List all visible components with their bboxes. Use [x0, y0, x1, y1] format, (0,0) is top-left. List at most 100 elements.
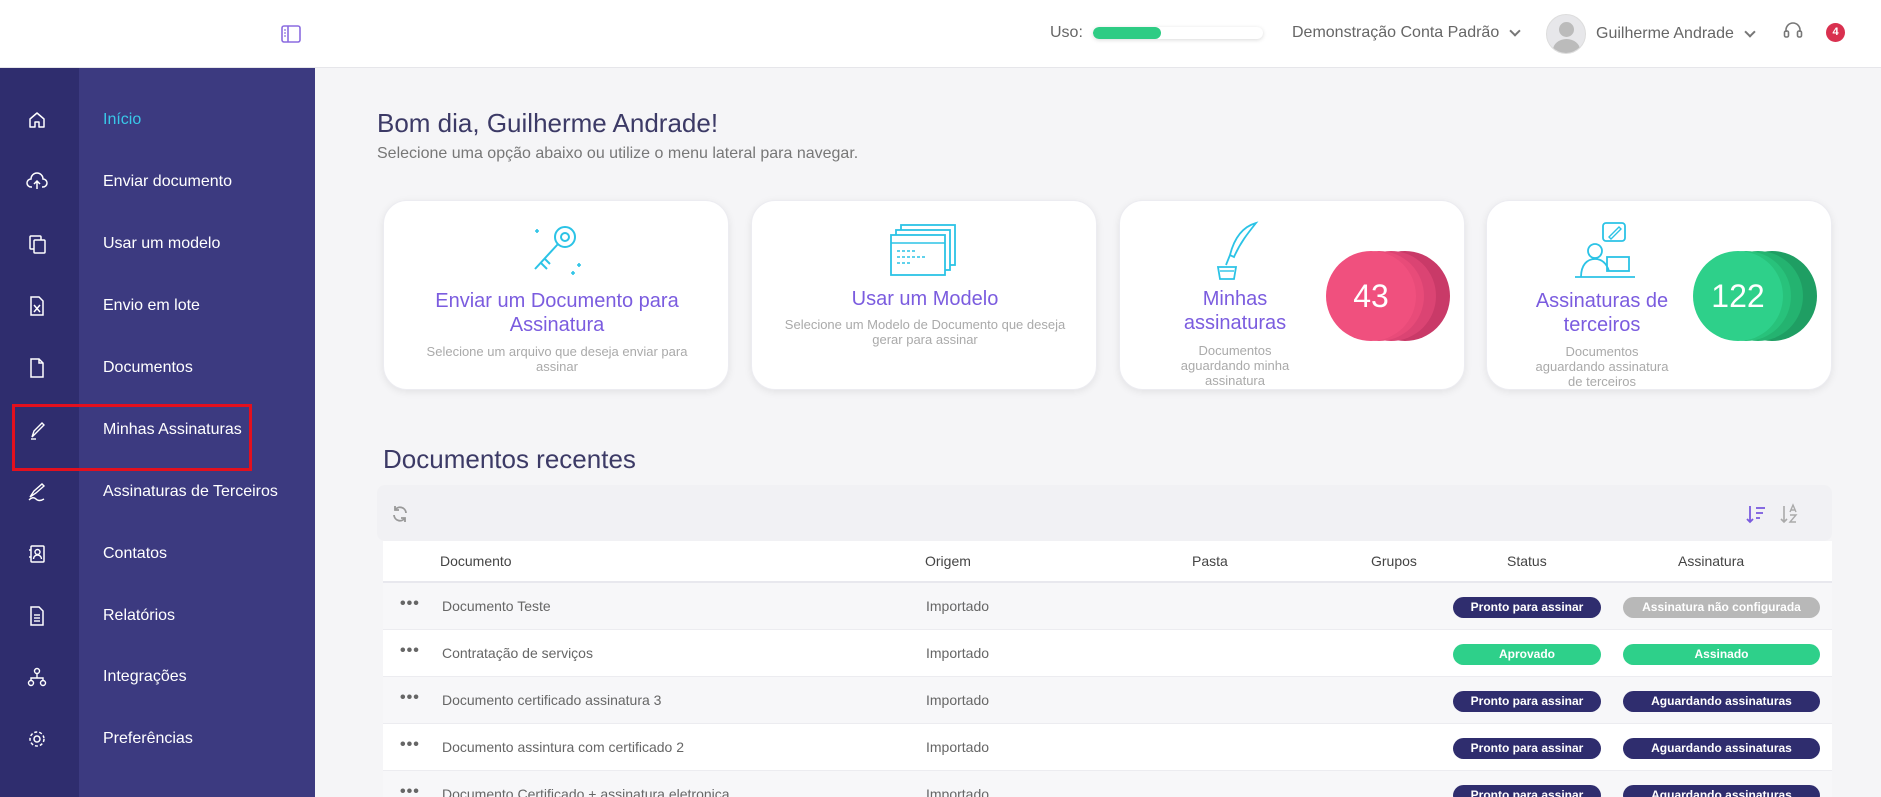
sidebar-item-label: Relatórios: [103, 607, 176, 624]
usage-label: Uso:: [1050, 24, 1083, 41]
column-header-pasta[interactable]: Pasta: [1192, 553, 1228, 569]
table-row[interactable]: ••• Documento Certificado + assinatura e…: [383, 771, 1832, 797]
table-row[interactable]: ••• Documento Teste Importado Pronto par…: [383, 583, 1832, 630]
signature-icon: [28, 483, 46, 502]
more-options-icon[interactable]: •••: [400, 642, 420, 660]
contacts-icon: [29, 545, 45, 563]
table-row[interactable]: ••• Documento certificado assinatura 3 I…: [383, 677, 1832, 724]
card-third-party-signatures[interactable]: Assinaturas de terceiros Documentos agua…: [1486, 200, 1832, 390]
greeting-subtitle: Selecione uma opção abaixo ou utilize o …: [377, 145, 859, 162]
sidebar-item-label: Envio em lote: [103, 297, 200, 314]
cell-documento[interactable]: Documento Certificado + assinatura eletr…: [442, 786, 730, 797]
sort-alpha-icon[interactable]: [1779, 503, 1801, 525]
refresh-icon[interactable]: [391, 505, 409, 523]
signature-badge: Aguardando assinaturas: [1623, 738, 1820, 759]
gear-icon: [29, 731, 45, 747]
cell-origem: Importado: [926, 598, 990, 614]
card-description: Documentos aguardando minha assinatura: [1180, 343, 1290, 388]
signature-badge: Assinatura não configurada: [1623, 597, 1820, 618]
signature-badge: Assinado: [1623, 644, 1820, 665]
column-header-assinatura[interactable]: Assinatura: [1678, 553, 1744, 569]
headset-icon[interactable]: [1782, 20, 1804, 42]
more-options-icon[interactable]: •••: [400, 783, 420, 797]
sort-date-icon[interactable]: [1745, 503, 1767, 525]
status-badge: Pronto para assinar: [1453, 738, 1601, 759]
sidebar-toggle-icon[interactable]: [280, 24, 302, 44]
sidebar-item-relatorios[interactable]: Relatórios: [0, 590, 315, 642]
table-row[interactable]: ••• Contratação de serviços Importado Ap…: [383, 630, 1832, 677]
chevron-down-icon: [1509, 24, 1521, 37]
card-description: Documentos aguardando assinatura de terc…: [1535, 344, 1669, 389]
card-title: Minhas assinaturas: [1183, 288, 1287, 334]
sidebar-item-contatos[interactable]: Contatos: [0, 528, 315, 580]
card-my-signatures[interactable]: Minhas assinaturas Documentos aguardando…: [1119, 200, 1465, 390]
cell-documento[interactable]: Documento certificado assinatura 3: [442, 692, 661, 708]
card-description: Selecione um Modelo de Documento que des…: [784, 317, 1066, 347]
card-send-document[interactable]: Enviar um Documento para Assinatura Sele…: [383, 200, 729, 390]
selection-highlight: [12, 404, 252, 471]
document-icon: [30, 358, 44, 378]
sidebar-item-label: Preferências: [103, 730, 193, 747]
sidebar-item-label: Contatos: [103, 545, 168, 562]
status-badge: Pronto para assinar: [1453, 785, 1601, 797]
usage-bar-fill: [1092, 27, 1161, 39]
sidebar-item-label: Início: [103, 111, 142, 128]
table-toolbar: [377, 485, 1832, 541]
sidebar-item-assinaturas-terceiros[interactable]: Assinaturas de Terceiros: [0, 466, 315, 518]
cloud-upload-icon: [26, 172, 48, 189]
user-menu[interactable]: Guilherme Andrade: [1546, 14, 1756, 54]
cell-origem: Importado: [926, 739, 990, 755]
cell-documento[interactable]: Contratação de serviços: [442, 645, 593, 661]
template-icon: [29, 235, 46, 254]
signature-badge: Aguardando assinaturas: [1623, 691, 1820, 712]
status-badge: Pronto para assinar: [1453, 691, 1601, 712]
sidebar-item-inicio[interactable]: Início: [0, 94, 315, 146]
sidebar-item-label: Integrações: [103, 668, 187, 685]
greeting-title: Bom dia, Guilherme Andrade!: [377, 108, 719, 138]
integrations-icon: [27, 667, 47, 687]
status-badge: Aprovado: [1453, 644, 1601, 665]
third-party-count: 122: [1693, 251, 1783, 341]
more-options-icon[interactable]: •••: [400, 736, 420, 754]
status-badge: Pronto para assinar: [1453, 597, 1601, 618]
column-header-documento[interactable]: Documento: [440, 553, 512, 569]
sidebar-item-integracoes[interactable]: Integrações: [0, 651, 315, 703]
cell-documento[interactable]: Documento Teste: [442, 598, 551, 614]
notification-badge[interactable]: 4: [1826, 23, 1845, 42]
more-options-icon[interactable]: •••: [400, 595, 420, 613]
count-bubble: 122: [1693, 251, 1817, 341]
column-header-grupos[interactable]: Grupos: [1371, 553, 1417, 569]
column-header-status[interactable]: Status: [1507, 553, 1547, 569]
column-header-origem[interactable]: Origem: [925, 553, 971, 569]
cell-origem: Importado: [926, 645, 990, 661]
user-name: Guilherme Andrade: [1596, 25, 1734, 42]
sidebar-item-envio-lote[interactable]: Envio em lote: [0, 280, 315, 332]
sidebar-item-usar-modelo[interactable]: Usar um modelo: [0, 218, 315, 270]
report-icon: [30, 606, 44, 626]
signature-badge: Aguardando assinaturas: [1623, 785, 1820, 797]
cell-origem: Importado: [926, 692, 990, 708]
table-header: Documento Origem Pasta Grupos Status Ass…: [383, 541, 1832, 583]
table-row[interactable]: ••• Documento assintura com certificado …: [383, 724, 1832, 771]
sidebar: Início Enviar documento Usar um modelo E…: [0, 68, 315, 797]
account-name: Demonstração Conta Padrão: [1292, 24, 1500, 41]
avatar: [1546, 14, 1586, 54]
template-stack-icon: [890, 224, 956, 276]
key-icon: [534, 226, 581, 275]
card-description: Selecione um arquivo que deseja enviar p…: [426, 344, 688, 374]
account-selector[interactable]: Demonstração Conta Padrão: [1292, 24, 1521, 42]
sidebar-item-label: Usar um modelo: [103, 235, 221, 252]
card-title: Assinaturas de terceiros: [1535, 290, 1669, 336]
table-body: ••• Documento Teste Importado Pronto par…: [383, 583, 1832, 797]
quill-ink-icon: [1216, 221, 1259, 280]
more-options-icon[interactable]: •••: [400, 689, 420, 707]
sidebar-item-label: Enviar documento: [103, 173, 232, 190]
sidebar-item-documentos[interactable]: Documentos: [0, 342, 315, 394]
sidebar-item-preferencias[interactable]: Preferências: [0, 713, 315, 765]
cell-origem: Importado: [926, 786, 990, 797]
cell-documento[interactable]: Documento assintura com certificado 2: [442, 739, 684, 755]
sidebar-item-label: Documentos: [103, 359, 193, 376]
card-use-template[interactable]: Usar um Modelo Selecione um Modelo de Do…: [751, 200, 1097, 390]
person-signing-icon: [1575, 222, 1635, 278]
sidebar-item-enviar-documento[interactable]: Enviar documento: [0, 156, 315, 208]
